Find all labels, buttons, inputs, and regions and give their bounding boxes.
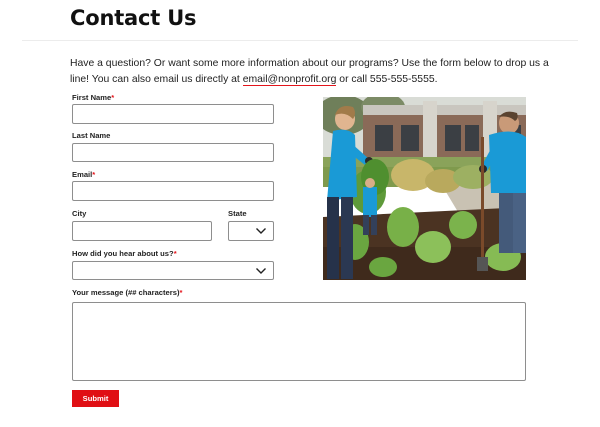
state-label: State — [228, 209, 247, 218]
state-select[interactable] — [228, 221, 274, 241]
city-label-text: City — [72, 209, 87, 218]
contact-page: Contact Us Have a question? Or want some… — [0, 0, 600, 427]
intro-suffix: or call 555-555-5555. — [336, 74, 438, 85]
email-label-text: Email — [72, 170, 93, 179]
required-marker: * — [179, 288, 183, 297]
required-marker: * — [111, 93, 115, 102]
last-name-label: Last Name — [72, 131, 110, 140]
intro-paragraph: Have a question? Or want some more infor… — [70, 56, 550, 88]
heard-about-label: How did you hear about us?* — [72, 249, 177, 258]
submit-button[interactable]: Submit — [72, 390, 119, 407]
message-label-text: Your message (## characters) — [72, 288, 180, 297]
last-name-label-text: Last Name — [72, 131, 111, 140]
city-input[interactable] — [72, 221, 212, 241]
first-name-label-text: First Name — [72, 93, 112, 102]
first-name-label: First Name* — [72, 93, 114, 102]
city-label: City — [72, 209, 86, 218]
page-title: Contact Us — [70, 6, 197, 30]
chevron-down-icon — [256, 228, 266, 234]
email-label: Email* — [72, 170, 95, 179]
email-input[interactable] — [72, 181, 274, 201]
volunteers-photo-illustration — [323, 97, 526, 280]
required-marker: * — [92, 170, 96, 179]
email-link[interactable]: email@nonprofit.org — [242, 74, 337, 86]
header-divider — [22, 40, 578, 41]
heard-about-select[interactable] — [72, 261, 274, 280]
first-name-input[interactable] — [72, 104, 274, 124]
state-label-text: State — [228, 209, 247, 218]
message-label: Your message (## characters)* — [72, 288, 182, 297]
required-marker: * — [173, 249, 177, 258]
last-name-input[interactable] — [72, 143, 274, 162]
message-textarea[interactable] — [72, 302, 526, 381]
heard-about-label-text: How did you hear about us? — [72, 249, 174, 258]
volunteers-photo — [323, 97, 526, 280]
chevron-down-icon — [256, 267, 266, 274]
